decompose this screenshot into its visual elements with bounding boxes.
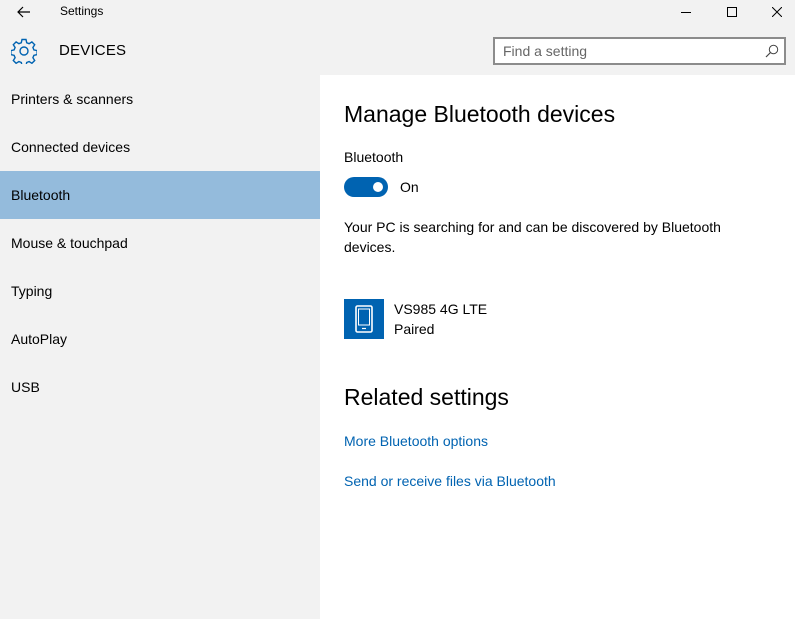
close-icon	[772, 7, 782, 17]
minimize-icon	[681, 12, 691, 13]
sidebar-item-printers-scanners[interactable]: Printers & scanners	[0, 75, 320, 123]
bluetooth-toggle-label: Bluetooth	[344, 149, 404, 165]
bluetooth-toggle[interactable]	[344, 177, 388, 197]
close-button[interactable]	[754, 0, 795, 24]
window-title: Settings	[60, 4, 104, 18]
section-title: Manage Bluetooth devices	[344, 101, 616, 127]
sidebar: Printers & scanners Connected devices Bl…	[0, 75, 320, 619]
maximize-button[interactable]	[709, 0, 755, 24]
discovery-description: Your PC is searching for and can be disc…	[344, 219, 721, 255]
back-button[interactable]	[8, 0, 40, 24]
gear-icon	[11, 38, 37, 64]
sidebar-item-connected-devices[interactable]: Connected devices	[0, 123, 320, 171]
back-arrow-icon	[17, 6, 30, 18]
main-content: Manage Bluetooth devices Bluetooth On Yo…	[320, 75, 795, 619]
minimize-button[interactable]	[663, 0, 709, 24]
search-input[interactable]	[503, 42, 753, 60]
maximize-icon	[727, 7, 737, 17]
sidebar-item-mouse-touchpad[interactable]: Mouse & touchpad	[0, 219, 320, 267]
page-header: DEVICES	[0, 24, 795, 75]
sidebar-item-autoplay[interactable]: AutoPlay	[0, 315, 320, 363]
related-settings-title: Related settings	[344, 384, 509, 410]
toggle-state-text: On	[400, 179, 419, 195]
device-tile	[344, 299, 384, 339]
send-receive-files-link[interactable]: Send or receive files via Bluetooth	[344, 473, 556, 489]
device-item[interactable]: VS985 4G LTE Paired	[344, 299, 644, 339]
sidebar-item-usb[interactable]: USB	[0, 363, 320, 411]
toggle-knob	[373, 182, 383, 192]
sidebar-item-typing[interactable]: Typing	[0, 267, 320, 315]
search-icon[interactable]	[765, 44, 779, 58]
more-bluetooth-options-link[interactable]: More Bluetooth options	[344, 433, 488, 449]
sidebar-item-bluetooth[interactable]: Bluetooth	[0, 171, 320, 219]
phone-icon	[355, 305, 373, 333]
title-bar: Settings	[0, 0, 795, 24]
device-name: VS985 4G LTE	[394, 301, 488, 317]
page-title: DEVICES	[59, 42, 127, 59]
search-box[interactable]	[493, 37, 786, 65]
device-status: Paired	[394, 321, 435, 337]
